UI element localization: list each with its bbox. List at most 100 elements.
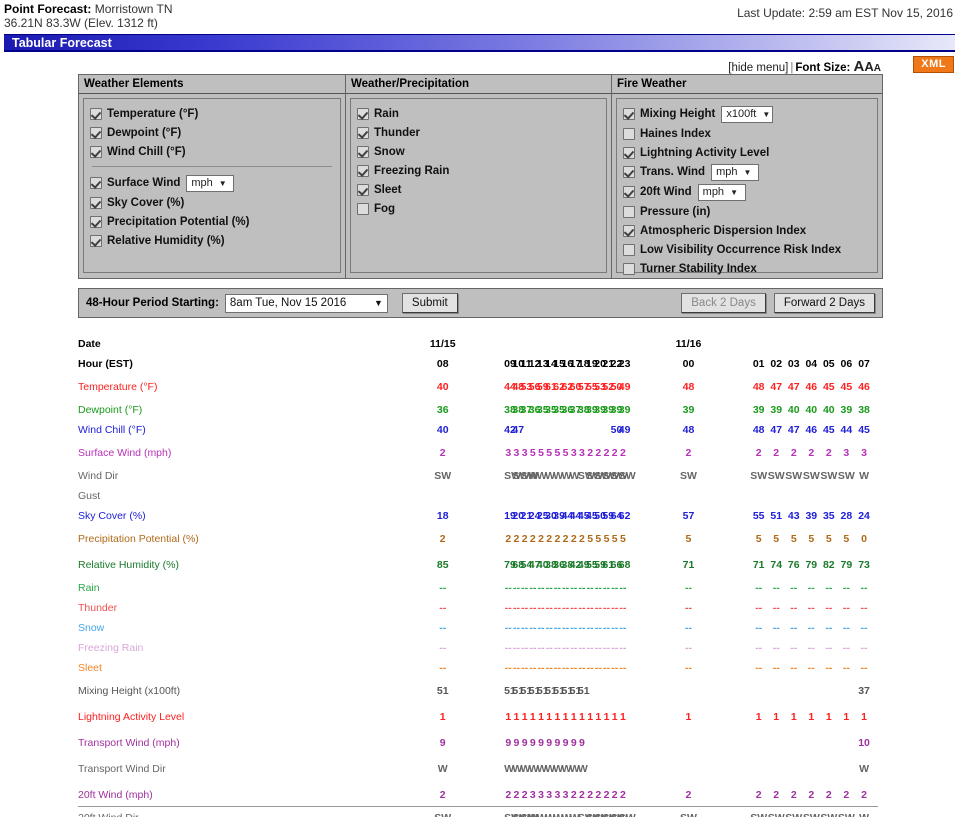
data-cell: -- xyxy=(860,582,868,594)
data-cell: -- xyxy=(439,622,447,634)
checkbox-row-lightning-activity-level[interactable]: Lightning Activity Level xyxy=(623,143,871,162)
data-cell: 2 xyxy=(685,447,692,459)
select-20ft-wind-value: mph xyxy=(702,186,725,198)
data-cell: -- xyxy=(842,662,850,674)
checkbox-trans-wind[interactable] xyxy=(623,166,635,178)
checkbox-row-dewpoint[interactable]: Dewpoint (°F) xyxy=(90,123,334,142)
data-cell: 61 xyxy=(602,559,615,571)
checkbox-snow[interactable] xyxy=(357,145,369,158)
checkbox-row-low-visibility-occurrence-risk-index[interactable]: Low Visibility Occurrence Risk Index xyxy=(623,240,871,259)
hour-cell: 03 xyxy=(787,358,800,370)
checkbox-freezing-rain[interactable] xyxy=(357,164,369,177)
data-cell: -- xyxy=(790,582,798,594)
checkbox-row-sky-cover[interactable]: Sky Cover (%) xyxy=(90,193,334,212)
data-cell: 74 xyxy=(770,559,783,571)
panel-body-weather-elements: Temperature (°F) Dewpoint (°F) Wind Chil… xyxy=(83,98,341,273)
label-atmospheric-dispersion-index: Atmospheric Dispersion Index xyxy=(640,224,807,237)
select-trans-wind-units[interactable]: mph ▼ xyxy=(711,163,760,181)
checkbox-atmospheric-dispersion-index[interactable] xyxy=(623,224,635,237)
data-cell: 59 xyxy=(536,381,549,393)
hour-cell: 06 xyxy=(840,358,853,370)
font-size-medium-button[interactable]: A xyxy=(864,59,873,74)
checkbox-row-fog[interactable]: Fog xyxy=(357,199,600,218)
font-size-large-button[interactable]: A xyxy=(854,58,865,75)
data-cell: 5 xyxy=(529,447,536,459)
hour-cell: 05 xyxy=(822,358,835,370)
data-cell: 1 xyxy=(773,711,780,723)
forward-2-days-button[interactable]: Forward 2 Days xyxy=(773,293,875,313)
select-surface-wind-units[interactable]: mph ▼ xyxy=(186,174,235,192)
data-cell: 51 xyxy=(536,685,549,697)
checkbox-fog[interactable] xyxy=(357,202,369,215)
data-cell xyxy=(838,756,856,782)
checkbox-row-pressure[interactable]: Pressure (in) xyxy=(623,202,871,221)
checkbox-20ft-wind[interactable] xyxy=(623,186,635,198)
checkbox-sleet[interactable] xyxy=(357,183,369,196)
checkbox-lightning-activity-level[interactable] xyxy=(623,146,635,159)
table-row: 20ft Wind DirSWSWSWSWWWWWWWSWSWSWSWSWSWS… xyxy=(78,808,873,817)
data-cell: -- xyxy=(537,602,545,614)
checkbox-row-precipitation-potential[interactable]: Precipitation Potential (%) xyxy=(90,212,334,231)
xml-button[interactable]: XML xyxy=(913,56,954,73)
data-cell: 79 xyxy=(805,559,818,571)
data-cell: 10 xyxy=(858,737,870,749)
checkbox-wind-chill[interactable] xyxy=(90,145,102,158)
data-cell: -- xyxy=(586,582,594,594)
select-mixing-height-units[interactable]: x100ft ▼ xyxy=(721,105,774,123)
submit-button[interactable]: Submit xyxy=(401,293,458,313)
checkbox-row-mixing-height[interactable]: Mixing Height x100ft ▼ xyxy=(623,104,871,124)
data-cell: W xyxy=(437,763,448,775)
data-cell: 38 xyxy=(504,404,516,416)
checkbox-row-wind-chill[interactable]: Wind Chill (°F) xyxy=(90,142,334,161)
data-cell: -- xyxy=(825,602,833,614)
checkbox-row-atmospheric-dispersion-index[interactable]: Atmospheric Dispersion Index xyxy=(623,221,871,240)
data-cell: -- xyxy=(807,642,815,654)
hide-menu-link[interactable]: [hide menu] xyxy=(728,62,788,74)
checkbox-low-visibility-occurrence-risk-index[interactable] xyxy=(623,243,635,256)
data-cell xyxy=(537,420,545,440)
checkbox-row-turner-stability-index[interactable]: Turner Stability Index xyxy=(623,259,871,278)
period-select-value: 8am Tue, Nov 15 2016 xyxy=(229,297,347,309)
data-cell: 44 xyxy=(569,510,582,522)
period-select[interactable]: 8am Tue, Nov 15 2016 ▼ xyxy=(224,293,388,313)
checkbox-relative-humidity[interactable] xyxy=(90,234,102,247)
select-20ft-wind-units[interactable]: mph ▼ xyxy=(697,183,746,201)
checkbox-mixing-height[interactable] xyxy=(623,108,635,120)
data-cell: 47 xyxy=(512,424,525,436)
checkbox-sky-cover[interactable] xyxy=(90,196,102,209)
checkbox-haines-index[interactable] xyxy=(623,127,635,140)
data-cell: -- xyxy=(529,582,537,594)
checkbox-row-relative-humidity[interactable]: Relative Humidity (%) xyxy=(90,231,334,250)
row-label: Temperature (°F) xyxy=(78,380,158,393)
checkbox-row-20ft-wind[interactable]: 20ft Wind mph ▼ xyxy=(623,182,871,202)
checkbox-turner-stability-index[interactable] xyxy=(623,262,635,275)
period-label: 48-Hour Period Starting: xyxy=(86,297,219,309)
checkbox-row-snow[interactable]: Snow xyxy=(357,142,600,161)
checkbox-rain[interactable] xyxy=(357,107,369,120)
checkbox-precipitation-potential[interactable] xyxy=(90,215,102,228)
checkbox-thunder[interactable] xyxy=(357,126,369,139)
data-cell: SW xyxy=(586,808,603,817)
font-size-small-button[interactable]: A xyxy=(874,63,881,74)
checkbox-temperature[interactable] xyxy=(90,107,102,120)
checkbox-row-surface-wind[interactable]: Surface Wind mph ▼ xyxy=(90,173,334,193)
data-cell: 1 xyxy=(603,711,610,723)
checkbox-row-haines-index[interactable]: Haines Index xyxy=(623,124,871,143)
checkbox-pressure[interactable] xyxy=(623,205,635,218)
data-cell: -- xyxy=(603,662,611,674)
data-cell: SW xyxy=(618,470,636,482)
checkbox-row-thunder[interactable]: Thunder xyxy=(357,123,600,142)
data-cell: 39 xyxy=(840,404,853,416)
back-2-days-button[interactable]: Back 2 Days xyxy=(681,293,766,313)
data-cell: 39 xyxy=(805,510,818,522)
data-cell: 48 xyxy=(682,381,695,393)
checkbox-row-freezing-rain[interactable]: Freezing Rain xyxy=(357,161,600,180)
checkbox-row-sleet[interactable]: Sleet xyxy=(357,180,600,199)
checkbox-row-trans-wind[interactable]: Trans. Wind mph ▼ xyxy=(623,162,871,182)
checkbox-surface-wind[interactable] xyxy=(90,177,102,189)
data-cell xyxy=(586,486,594,506)
checkbox-dewpoint[interactable] xyxy=(90,126,102,139)
checkbox-row-rain[interactable]: Rain xyxy=(357,104,600,123)
data-cell: 1 xyxy=(755,711,762,723)
checkbox-row-temperature[interactable]: Temperature (°F) xyxy=(90,104,334,123)
